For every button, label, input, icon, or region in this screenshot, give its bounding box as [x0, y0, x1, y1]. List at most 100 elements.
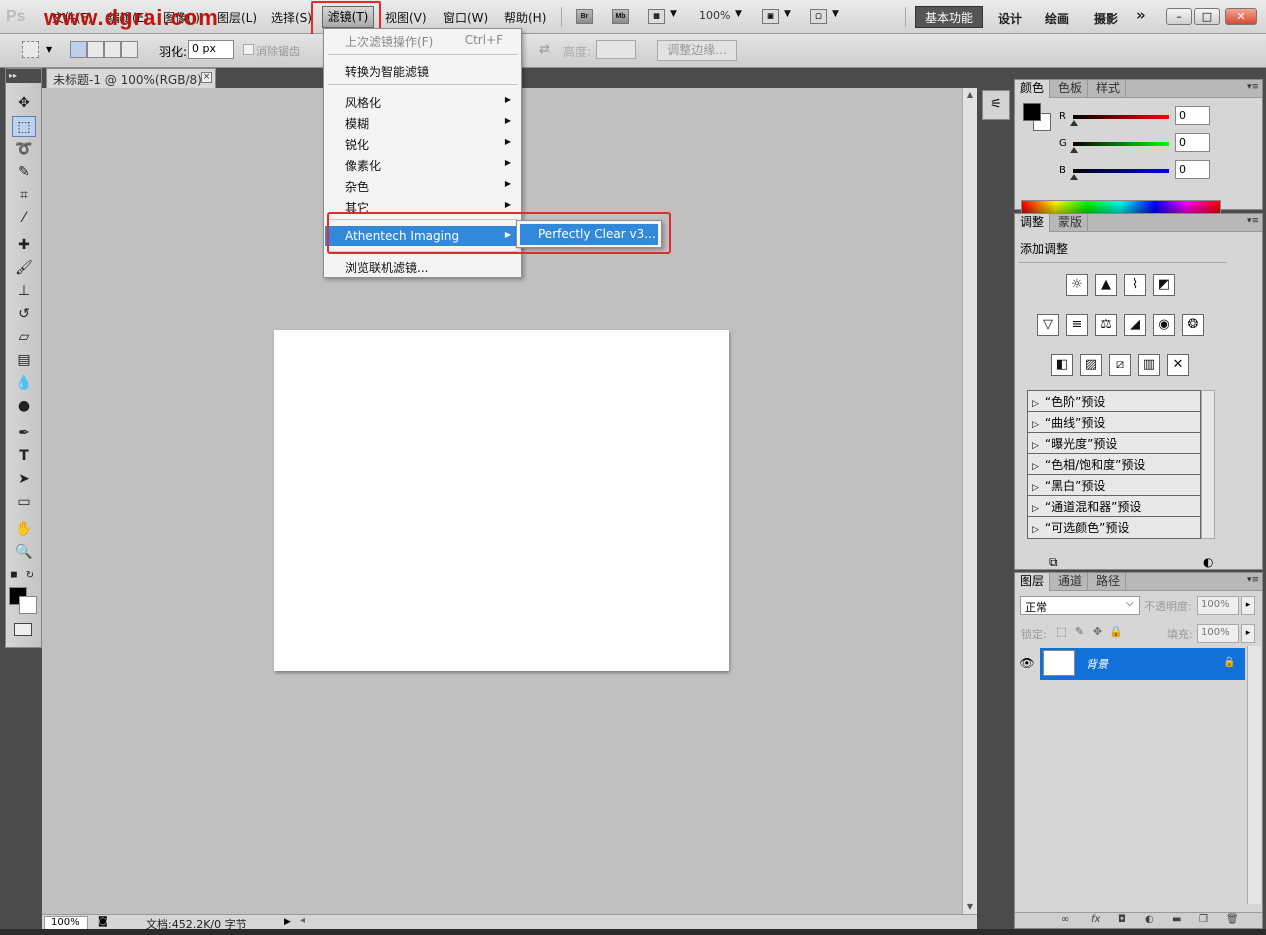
toolbox-grip[interactable]: ▸▸	[6, 69, 41, 83]
maximize-icon[interactable]: □	[1194, 8, 1220, 25]
chevron-down-icon[interactable]: ▼	[735, 9, 742, 19]
blur-item[interactable]: 模糊 ▶	[325, 112, 520, 132]
close-icon[interactable]: ✕	[1225, 8, 1257, 25]
arrange-documents-icon[interactable]: ▣	[762, 9, 779, 24]
sharpen-item[interactable]: 锐化 ▶	[325, 133, 520, 153]
path-selection-tool-icon[interactable]: ➤	[12, 469, 36, 490]
brush-tool-icon[interactable]: 🖌	[12, 258, 36, 279]
height-input[interactable]	[596, 40, 636, 59]
exposure-icon[interactable]: ◩	[1153, 274, 1175, 296]
blue-slider-handle[interactable]	[1070, 174, 1078, 180]
minimize-icon[interactable]: –	[1166, 8, 1192, 25]
status-menu-arrow-icon[interactable]: ▶	[284, 917, 291, 927]
preset-list-scrollbar[interactable]	[1201, 390, 1215, 539]
pixelate-item[interactable]: 像素化 ▶	[325, 154, 520, 174]
tab-paths[interactable]: 路径	[1091, 573, 1127, 591]
tab-adjustments[interactable]: 调整	[1015, 214, 1051, 232]
subtract-selection-icon[interactable]	[104, 41, 121, 58]
hand-tool-icon[interactable]: ✋	[12, 519, 36, 540]
healing-brush-tool-icon[interactable]: ✚	[12, 235, 36, 256]
red-value-input[interactable]: 0	[1175, 106, 1210, 125]
expand-arrow-icon[interactable]: ▷	[1032, 462, 1039, 472]
delete-layer-icon[interactable]: 🗑	[1226, 914, 1239, 925]
chevron-down-icon[interactable]: ▼	[784, 9, 791, 19]
refine-edge-button[interactable]: 调整边缘...	[657, 40, 737, 61]
document-canvas[interactable]	[274, 330, 729, 671]
lock-transparency-icon[interactable]: ⬚	[1055, 625, 1068, 638]
expand-arrow-icon[interactable]: ▷	[1032, 441, 1039, 451]
adjustment-layer-icon[interactable]: ◐	[1145, 914, 1154, 925]
menu-select[interactable]: 选择(S)	[271, 9, 312, 26]
tab-masks[interactable]: 蒙版	[1053, 214, 1089, 232]
opacity-slider-arrow-icon[interactable]: ▸	[1241, 596, 1255, 615]
new-selection-icon[interactable]	[70, 41, 87, 58]
zoom-field[interactable]: 100%	[44, 916, 88, 930]
black-white-icon[interactable]: ◢	[1124, 314, 1146, 336]
list-item[interactable]: ▷ “色相/饱和度”预设	[1028, 454, 1200, 475]
screen-mode-icon[interactable]: ▢	[810, 9, 827, 24]
lock-position-icon[interactable]: ✥	[1091, 625, 1104, 638]
convert-smart-filters-item[interactable]: 转换为智能滤镜	[325, 60, 520, 80]
workspace-design[interactable]: 设计	[998, 10, 1022, 27]
panel-menu-icon[interactable]: ▾≡	[1247, 575, 1259, 585]
brightness-contrast-icon[interactable]: ☼	[1066, 274, 1088, 296]
rectangular-marquee-tool-icon[interactable]: ⬚	[12, 116, 36, 137]
vibrance-icon[interactable]: ▽	[1037, 314, 1059, 336]
chevron-down-icon[interactable]: ▼	[670, 9, 677, 19]
chevron-down-icon[interactable]: ▼	[46, 45, 52, 54]
panel-menu-icon[interactable]: ▾≡	[1247, 216, 1259, 226]
workspace-essentials[interactable]: 基本功能	[915, 6, 983, 28]
intersect-selection-icon[interactable]	[121, 41, 138, 58]
visibility-eye-icon[interactable]: 👁	[1016, 648, 1038, 680]
levels-icon[interactable]: ▲	[1095, 274, 1117, 296]
vertical-scrollbar[interactable]: ▲ ▼	[962, 88, 977, 914]
scroll-up-icon[interactable]: ▲	[963, 88, 977, 102]
history-panel-icon[interactable]: ⚟	[982, 90, 1010, 120]
add-selection-icon[interactable]	[87, 41, 104, 58]
green-value-input[interactable]: 0	[1175, 133, 1210, 152]
menu-help[interactable]: 帮助(H)	[504, 9, 546, 26]
list-item[interactable]: ▷ “色阶”预设	[1028, 391, 1200, 412]
mini-bridge-button[interactable]: Mb	[612, 9, 629, 24]
lasso-tool-icon[interactable]: ➰	[12, 139, 36, 160]
bridge-button[interactable]: Br	[576, 9, 593, 24]
color-balance-icon[interactable]: ⚖	[1095, 314, 1117, 336]
default-colors-icon[interactable]: ◼	[8, 565, 20, 586]
list-item[interactable]: ▷ “可选颜色”预设	[1028, 517, 1200, 538]
lock-all-icon[interactable]: 🔒	[1109, 625, 1123, 638]
add-mask-icon[interactable]: ◘	[1118, 914, 1126, 925]
expand-arrow-icon[interactable]: ▷	[1032, 525, 1039, 535]
photo-filter-icon[interactable]: ◉	[1153, 314, 1175, 336]
tab-swatches[interactable]: 色板	[1053, 80, 1089, 98]
antialias-checkbox[interactable]	[243, 44, 254, 55]
gradient-tool-icon[interactable]: ▤	[12, 350, 36, 371]
list-item[interactable]: ▷ “曝光度”预设	[1028, 433, 1200, 454]
close-document-icon[interactable]: ×	[201, 72, 212, 83]
blue-value-input[interactable]: 0	[1175, 160, 1210, 179]
red-slider-handle[interactable]	[1070, 120, 1078, 126]
tab-channels[interactable]: 通道	[1053, 573, 1089, 591]
pen-tool-icon[interactable]: ✒	[12, 423, 36, 444]
menu-window[interactable]: 窗口(W)	[443, 9, 488, 26]
invert-icon[interactable]: ◧	[1051, 354, 1073, 376]
stylize-item[interactable]: 风格化 ▶	[325, 91, 520, 111]
rectangle-tool-icon[interactable]: ▭	[12, 492, 36, 513]
blue-slider[interactable]	[1073, 169, 1169, 173]
hue-saturation-icon[interactable]: ≡	[1066, 314, 1088, 336]
zoom-tool-icon[interactable]: 🔍	[12, 542, 36, 563]
new-layer-icon[interactable]: ❐	[1199, 914, 1208, 925]
swap-colors-icon[interactable]: ↻	[24, 565, 36, 586]
table-row[interactable]: 👁 背景 🔒	[1016, 648, 1245, 680]
last-filter-item[interactable]: 上次滤镜操作(F) Ctrl+F	[325, 30, 520, 50]
gradient-map-icon[interactable]: ▥	[1138, 354, 1160, 376]
view-extras-icon[interactable]: ▦	[648, 9, 665, 24]
tab-layers[interactable]: 图层	[1015, 573, 1051, 591]
menu-layer[interactable]: 图层(L)	[217, 9, 257, 26]
expand-arrow-icon[interactable]: ▷	[1032, 420, 1039, 430]
expand-arrow-icon[interactable]: ▷	[1032, 483, 1039, 493]
swap-dimensions-icon[interactable]: ⇄	[539, 42, 550, 57]
channel-mixer-icon[interactable]: ❂	[1182, 314, 1204, 336]
eraser-tool-icon[interactable]: ▱	[12, 327, 36, 348]
expand-arrow-icon[interactable]: ▷	[1032, 504, 1039, 514]
lock-pixels-icon[interactable]: ✎	[1073, 625, 1086, 638]
